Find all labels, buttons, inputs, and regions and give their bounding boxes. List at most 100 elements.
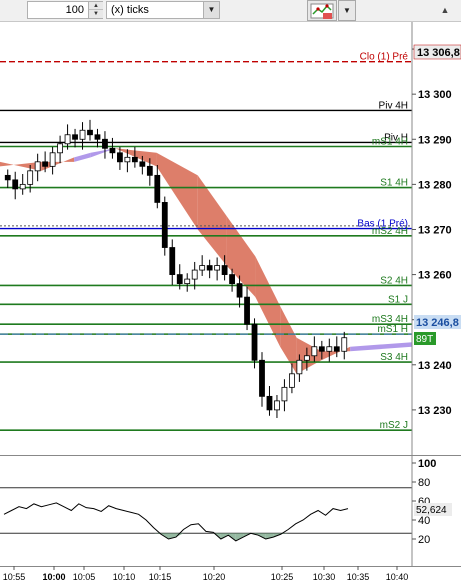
price-axis[interactable]: 13 31013 30013 29013 28013 27013 26013 2… xyxy=(412,44,452,417)
candle-body xyxy=(109,147,116,154)
candle-body xyxy=(318,346,325,352)
level-label: S1 J xyxy=(388,294,408,305)
candle-body xyxy=(244,296,250,325)
time-tick-label: 10:05 xyxy=(73,572,96,582)
time-axis: 10:55 10:00 10:05 10:10 10:15 10:20 10:25 10:30… xyxy=(0,566,461,582)
bar-type-label: (x) ticks xyxy=(111,4,149,16)
candle-body xyxy=(49,152,56,167)
level-label: mS2 J xyxy=(380,420,408,431)
candle-body xyxy=(341,337,348,352)
y-tick-label: 13 260 xyxy=(418,270,452,282)
oscillator-value: 52,624 xyxy=(416,505,447,516)
candle-body xyxy=(139,161,146,167)
candle-body xyxy=(12,179,19,190)
candle-body xyxy=(199,265,206,271)
candle-body xyxy=(27,170,34,185)
price-chart[interactable]: Clo (1) PréPiv 4HPiv HmS1 4HS1 4HBas (1 … xyxy=(0,22,461,455)
candle-body xyxy=(176,274,183,285)
candle-body xyxy=(19,183,26,190)
candle-body xyxy=(34,161,41,172)
candle-body xyxy=(229,274,235,285)
candle-body xyxy=(4,174,11,181)
tick-counter: 89T xyxy=(416,334,433,345)
chart-toolbar: 100 ▲ ▼ (x) ticks ▼ ▼ ▲ xyxy=(0,0,461,22)
y-tick-label: 13 230 xyxy=(418,405,452,417)
candle-body xyxy=(281,386,288,402)
candle-body xyxy=(57,143,63,154)
triangle-up-icon[interactable]: ▲ xyxy=(89,2,103,10)
candle-body xyxy=(169,247,176,275)
quantity-value[interactable]: 100 xyxy=(66,4,84,16)
level-label: S2 4H xyxy=(380,275,408,286)
candle-body xyxy=(206,265,213,271)
level-label: S3 4H xyxy=(380,352,408,363)
current-price: 13 246,8 xyxy=(416,317,459,329)
oscillator-panel[interactable]: 10080604020 52,624 xyxy=(0,455,461,566)
y-tick-label: 13 240 xyxy=(418,360,452,372)
candle-body xyxy=(94,134,101,140)
candle-body xyxy=(274,400,280,411)
candle-body xyxy=(289,373,295,388)
candle-body xyxy=(87,129,93,136)
time-tick-label: 10:30 xyxy=(313,572,336,582)
level-label: mS2 4H xyxy=(372,226,408,237)
triangle-up-icon[interactable]: ▲ xyxy=(437,2,453,18)
candle-body xyxy=(117,152,123,163)
osc-tick-label: 40 xyxy=(418,515,430,527)
time-tick-label: 10:00 xyxy=(42,572,65,582)
level-label: S1 4H xyxy=(380,178,408,189)
candle-body xyxy=(154,174,161,203)
chevron-down-icon[interactable]: ▼ xyxy=(338,0,356,21)
osc-tick-label: 20 xyxy=(418,534,430,546)
time-tick-label: 10:15 xyxy=(149,572,172,582)
chart-indicators-button[interactable] xyxy=(307,0,337,21)
candle-body xyxy=(236,283,243,298)
bar-type-select[interactable]: (x) ticks ▼ xyxy=(106,1,220,19)
quantity-stepper[interactable]: 100 ▲ ▼ xyxy=(27,1,103,19)
candle-body xyxy=(184,278,191,285)
candle-body xyxy=(214,265,221,271)
candle-body xyxy=(266,395,273,411)
time-tick-label: 10:35 xyxy=(347,572,370,582)
candle-body xyxy=(311,346,318,357)
candle-body xyxy=(131,156,138,163)
y-tick-label: 13 270 xyxy=(418,224,452,236)
y-tick-label: 13 290 xyxy=(418,134,452,146)
level-label: Clo (1) Pré xyxy=(360,52,409,63)
candle-body xyxy=(124,156,131,163)
level-label: mS1 4H xyxy=(372,136,408,147)
y-tick-label: 13 300 xyxy=(418,89,452,101)
osc-tick-label: 100 xyxy=(418,458,436,470)
candle-body xyxy=(326,346,333,352)
candle-body xyxy=(251,323,258,361)
candle-body xyxy=(102,138,108,149)
candle-body xyxy=(146,165,153,176)
oscillator-bg xyxy=(0,455,461,566)
level-label: mS1 H xyxy=(377,324,408,335)
osc-tick-label: 80 xyxy=(418,477,430,489)
time-tick-label: 10:20 xyxy=(203,572,226,582)
candle-body xyxy=(333,346,340,352)
candle-body xyxy=(64,134,71,145)
candle-body xyxy=(221,265,228,275)
spin-buttons: ▲ ▼ xyxy=(88,2,103,18)
candle-body xyxy=(161,202,168,248)
candle-body xyxy=(72,134,78,140)
candle-body xyxy=(42,161,49,167)
candle-body xyxy=(303,355,310,361)
candle-body xyxy=(191,269,198,280)
y-tick-label: 13 280 xyxy=(418,179,452,191)
candle-body xyxy=(259,359,265,397)
level-label: Piv 4H xyxy=(379,100,408,111)
time-tick-label: 10:40 xyxy=(386,572,409,582)
close-price-tag: 13 306,8 xyxy=(417,47,460,59)
triangle-down-icon[interactable]: ▼ xyxy=(89,10,103,18)
chart-indicators-icon xyxy=(310,3,334,19)
candle-body xyxy=(296,359,303,375)
chevron-down-icon[interactable]: ▼ xyxy=(203,2,219,18)
time-tick-label: 10:10 xyxy=(113,572,136,582)
time-tick-label: 10:55 xyxy=(3,572,26,582)
time-tick-label: 10:25 xyxy=(271,572,294,582)
candle-body xyxy=(79,129,86,140)
candle xyxy=(161,196,168,256)
